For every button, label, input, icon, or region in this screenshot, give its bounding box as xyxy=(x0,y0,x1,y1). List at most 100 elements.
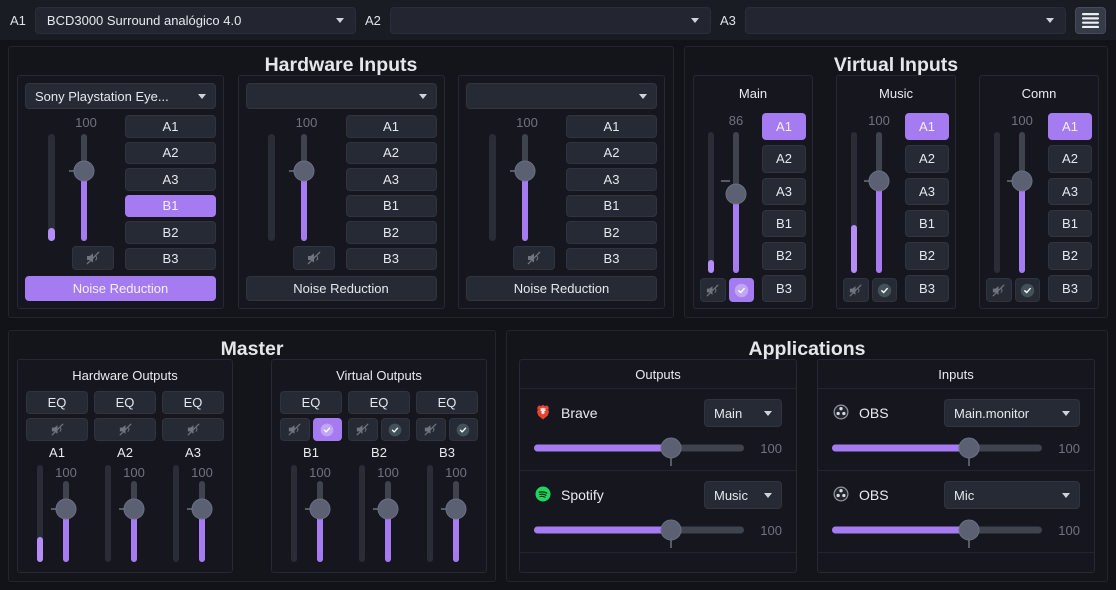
slider-thumb[interactable] xyxy=(377,498,399,520)
output-a1-device-select[interactable]: BCD3000 Surround analógico 4.0 xyxy=(34,6,356,34)
route-a3-button[interactable]: A3 xyxy=(762,177,806,205)
slider-thumb[interactable] xyxy=(293,160,315,182)
route-a3-button[interactable]: A3 xyxy=(1048,177,1092,205)
eq-button[interactable]: EQ xyxy=(162,391,224,414)
volume-slider[interactable] xyxy=(68,134,95,241)
route-a2-button[interactable]: A2 xyxy=(125,141,216,164)
volume-slider[interactable] xyxy=(720,132,747,273)
route-b1-button[interactable]: B1 xyxy=(1048,209,1092,238)
slider-thumb[interactable] xyxy=(868,170,889,192)
slider-thumb[interactable] xyxy=(55,498,77,520)
mute-button[interactable] xyxy=(986,278,1012,302)
volume-slider[interactable] xyxy=(51,481,77,562)
mute-button[interactable] xyxy=(162,418,224,441)
slider-thumb[interactable] xyxy=(958,519,979,541)
route-a3-button[interactable]: A3 xyxy=(345,168,437,191)
mute-button[interactable] xyxy=(416,418,446,441)
slider-thumb[interactable] xyxy=(123,498,145,520)
slider-thumb[interactable] xyxy=(660,519,681,541)
slider-thumb[interactable] xyxy=(73,160,94,182)
app-volume-slider[interactable] xyxy=(534,519,744,548)
mute-button[interactable] xyxy=(843,278,869,302)
route-b3-button[interactable]: B3 xyxy=(905,274,949,302)
eq-button[interactable]: EQ xyxy=(416,391,478,414)
slider-thumb[interactable] xyxy=(445,498,467,520)
device-select[interactable] xyxy=(466,83,657,109)
route-b2-button[interactable]: B2 xyxy=(566,221,657,244)
mute-button[interactable] xyxy=(348,418,378,441)
route-a1-button[interactable]: A1 xyxy=(125,115,216,138)
volume-slider[interactable] xyxy=(863,132,890,273)
route-b3-button[interactable]: B3 xyxy=(566,247,657,270)
route-b1-button[interactable]: B1 xyxy=(345,194,437,217)
route-a1-button[interactable]: A1 xyxy=(345,115,437,138)
volume-slider[interactable] xyxy=(119,481,145,562)
volume-slider[interactable] xyxy=(305,481,331,562)
mute-button[interactable] xyxy=(280,418,310,441)
primary-toggle-button[interactable] xyxy=(448,418,478,441)
route-a2-button[interactable]: A2 xyxy=(345,141,437,164)
route-b1-button[interactable]: B1 xyxy=(762,209,806,238)
app-volume-slider[interactable] xyxy=(534,437,744,466)
mute-button[interactable] xyxy=(513,246,555,270)
device-select[interactable]: Sony Playstation Eye... xyxy=(25,83,216,109)
slider-thumb[interactable] xyxy=(191,498,213,520)
route-b3-button[interactable]: B3 xyxy=(762,274,806,302)
primary-toggle-button[interactable] xyxy=(1014,278,1040,302)
app-volume-slider[interactable] xyxy=(832,519,1042,548)
route-b2-button[interactable]: B2 xyxy=(762,242,806,270)
mute-button[interactable] xyxy=(26,418,88,441)
route-b2-button[interactable]: B2 xyxy=(905,242,949,270)
volume-slider[interactable] xyxy=(441,481,467,562)
eq-button[interactable]: EQ xyxy=(94,391,156,414)
slider-thumb[interactable] xyxy=(514,160,535,182)
route-a2-button[interactable]: A2 xyxy=(566,141,657,164)
slider-thumb[interactable] xyxy=(660,437,681,459)
route-b2-button[interactable]: B2 xyxy=(125,221,216,244)
route-a3-button[interactable]: A3 xyxy=(905,177,949,205)
primary-toggle-button[interactable] xyxy=(871,278,897,302)
noise-reduction-button[interactable]: Noise Reduction xyxy=(245,276,437,301)
mute-button[interactable] xyxy=(700,278,726,302)
primary-toggle-button[interactable] xyxy=(728,278,754,302)
route-a2-button[interactable]: A2 xyxy=(1048,145,1092,173)
route-b1-button[interactable]: B1 xyxy=(566,194,657,217)
volume-slider[interactable] xyxy=(289,134,315,241)
volume-slider[interactable] xyxy=(509,134,536,241)
noise-reduction-button[interactable]: Noise Reduction xyxy=(25,276,216,301)
slider-thumb[interactable] xyxy=(1011,170,1032,192)
route-a1-button[interactable]: A1 xyxy=(566,115,657,138)
route-b3-button[interactable]: B3 xyxy=(1048,274,1092,302)
eq-button[interactable]: EQ xyxy=(348,391,410,414)
route-a2-button[interactable]: A2 xyxy=(762,145,806,173)
app-source-select[interactable]: Mic xyxy=(944,481,1080,509)
slider-thumb[interactable] xyxy=(309,498,331,520)
eq-button[interactable]: EQ xyxy=(26,391,88,414)
route-b2-button[interactable]: B2 xyxy=(345,221,437,244)
app-target-select[interactable]: Music xyxy=(704,481,782,509)
route-a1-button[interactable]: A1 xyxy=(1048,113,1092,141)
app-target-select[interactable]: Main xyxy=(704,399,782,427)
app-source-select[interactable]: Main.monitor xyxy=(944,399,1080,427)
volume-slider[interactable] xyxy=(373,481,399,562)
route-b1-button[interactable]: B1 xyxy=(905,209,949,238)
route-a2-button[interactable]: A2 xyxy=(905,145,949,173)
eq-button[interactable]: EQ xyxy=(280,391,342,414)
route-a1-button[interactable]: A1 xyxy=(905,113,949,141)
slider-thumb[interactable] xyxy=(958,437,979,459)
output-a2-device-select[interactable] xyxy=(389,6,711,34)
route-b1-button[interactable]: B1 xyxy=(125,194,216,217)
route-b3-button[interactable]: B3 xyxy=(345,247,437,270)
noise-reduction-button[interactable]: Noise Reduction xyxy=(466,276,657,301)
route-a1-button[interactable]: A1 xyxy=(762,113,806,141)
app-volume-slider[interactable] xyxy=(832,437,1042,466)
route-a3-button[interactable]: A3 xyxy=(125,168,216,191)
menu-button[interactable] xyxy=(1075,6,1106,34)
slider-thumb[interactable] xyxy=(725,183,746,205)
mute-button[interactable] xyxy=(94,418,156,441)
primary-toggle-button[interactable] xyxy=(312,418,342,441)
route-b3-button[interactable]: B3 xyxy=(125,247,216,270)
route-b2-button[interactable]: B2 xyxy=(1048,242,1092,270)
volume-slider[interactable] xyxy=(187,481,213,562)
route-a3-button[interactable]: A3 xyxy=(566,168,657,191)
